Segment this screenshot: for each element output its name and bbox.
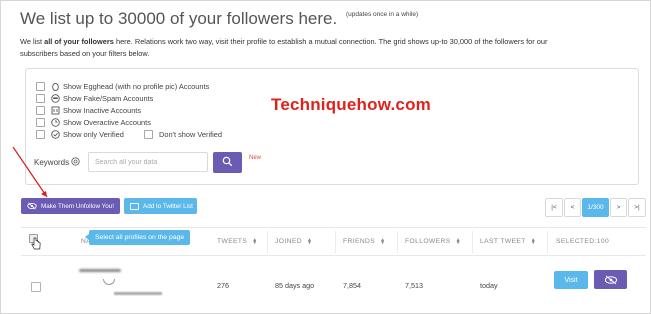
redacted-location xyxy=(114,292,162,295)
pagination-prev[interactable]: < xyxy=(564,198,581,217)
redacted-username xyxy=(79,269,121,272)
update-note: (updates once in a while) xyxy=(345,11,419,18)
add-to-twitter-list-label: Add to Twitter List xyxy=(143,202,193,210)
column-header-followers-label: FOLLOWERS xyxy=(405,238,451,245)
filter-dont-show-verified-label: Don't show Verified xyxy=(159,130,223,139)
page-title: We list up to 30000 of your followers he… xyxy=(20,9,418,29)
pagination-current[interactable]: 1/300 xyxy=(582,198,609,217)
column-header-joined-label: JOINED xyxy=(275,238,302,245)
overactive-icon xyxy=(51,118,60,127)
sort-icon: ▲ ▼ xyxy=(380,236,386,246)
row-select-checkbox[interactable] xyxy=(31,282,41,292)
sort-icon: ▲ ▼ xyxy=(455,236,461,246)
column-separator xyxy=(547,231,548,253)
column-header-friends-label: FRIENDS xyxy=(343,238,376,245)
intro-prefix: We list xyxy=(20,37,45,46)
search-icon xyxy=(222,155,233,170)
column-separator xyxy=(335,231,336,253)
row-unfollow-button[interactable] xyxy=(594,270,627,289)
column-header-tweets[interactable]: TWEETS ▲ ▼ xyxy=(217,236,258,246)
inactive-icon xyxy=(51,106,60,115)
column-header-selected: SELECTED:100 xyxy=(556,238,609,245)
row-friends: 7,854 xyxy=(343,281,361,290)
filter-egghead-checkbox[interactable] xyxy=(36,82,45,91)
intro-text: We list all of your followers here. Rela… xyxy=(20,36,580,59)
row-followers: 7,513 xyxy=(405,281,423,290)
search-input[interactable] xyxy=(88,152,208,172)
search-button[interactable] xyxy=(213,152,242,173)
filter-egghead-label: Show Egghead (with no profile pic) Accou… xyxy=(63,82,210,91)
pagination-last[interactable]: >| xyxy=(628,198,646,217)
column-header-tweets-label: TWEETS xyxy=(217,238,248,245)
row-joined: 85 days ago xyxy=(275,281,315,290)
column-header-joined[interactable]: JOINED ▲ ▼ xyxy=(275,236,313,246)
page-title-text: We list up to 30000 of your followers he… xyxy=(20,9,338,28)
row-tweets: 276 xyxy=(217,281,229,290)
sort-icon: ▲ ▼ xyxy=(252,236,258,246)
intro-bold: all of your followers xyxy=(44,37,114,46)
column-separator xyxy=(472,231,473,253)
followers-page: We list up to 30000 of your followers he… xyxy=(0,0,651,314)
hide-eye-icon xyxy=(604,275,617,284)
new-badge: New xyxy=(249,155,262,161)
filter-inactive-label: Show Inactive Accounts xyxy=(63,106,142,115)
make-them-unfollow-button[interactable]: Make Them Unfollow You! xyxy=(21,198,120,214)
watermark: Techniquehow.com xyxy=(271,95,431,114)
filter-overactive[interactable]: Show Overactive Accounts xyxy=(36,117,151,128)
filter-only-verified-checkbox[interactable] xyxy=(36,130,45,139)
keywords-label-text: Keywords xyxy=(34,158,70,167)
visit-button[interactable]: Visit xyxy=(554,271,588,289)
column-header-last-tweet[interactable]: LAST TWEET ▲ ▼ xyxy=(480,236,537,246)
filter-inactive-checkbox[interactable] xyxy=(36,106,45,115)
pagination-next[interactable]: > xyxy=(610,198,627,217)
sort-icon: ▲ ▼ xyxy=(306,236,313,246)
column-header-selected-label: SELECTED:100 xyxy=(556,238,610,245)
list-icon xyxy=(130,202,139,210)
pagination-first[interactable]: |< xyxy=(545,198,563,217)
select-all-tooltip: Select all profiles on the page xyxy=(84,230,191,245)
filter-overactive-checkbox[interactable] xyxy=(36,118,45,127)
table-top-border xyxy=(21,227,646,228)
hide-eye-icon xyxy=(27,202,37,210)
egg-icon xyxy=(51,82,60,91)
filter-dont-show-verified-checkbox[interactable] xyxy=(144,130,153,139)
filter-fake[interactable]: Show Fake/Spam Accounts xyxy=(36,93,153,104)
row-last-tweet: today xyxy=(480,281,498,290)
filter-egghead[interactable]: Show Egghead (with no profile pic) Accou… xyxy=(36,81,209,92)
sort-icon: ▲ ▼ xyxy=(530,236,537,246)
make-them-unfollow-label: Make Them Unfollow You! xyxy=(41,202,115,210)
fake-account-icon xyxy=(51,94,60,103)
redacted-avatar xyxy=(103,279,115,285)
column-separator xyxy=(267,231,268,253)
filter-fake-checkbox[interactable] xyxy=(36,94,45,103)
filter-only-verified[interactable]: Show only Verified xyxy=(36,129,124,140)
filter-overactive-label: Show Overactive Accounts xyxy=(63,118,151,127)
add-to-twitter-list-button[interactable]: Add to Twitter List xyxy=(124,198,197,214)
filter-fake-label: Show Fake/Spam Accounts xyxy=(63,94,154,103)
table-header-border xyxy=(21,255,646,256)
filter-inactive[interactable]: Show Inactive Accounts xyxy=(36,105,141,116)
cursor-hand-icon xyxy=(31,237,41,250)
keywords-help-icon[interactable] xyxy=(71,157,80,168)
filter-dont-show-verified[interactable]: Don't show Verified xyxy=(144,129,222,140)
column-header-friends[interactable]: FRIENDS ▲ ▼ xyxy=(343,236,386,246)
column-separator xyxy=(397,231,398,253)
column-header-last-tweet-label: LAST TWEET xyxy=(480,238,526,245)
filter-only-verified-label: Show only Verified xyxy=(63,130,124,139)
keywords-label: Keywords xyxy=(34,157,80,168)
verified-icon xyxy=(51,130,60,139)
column-header-followers[interactable]: FOLLOWERS ▲ ▼ xyxy=(405,236,461,246)
